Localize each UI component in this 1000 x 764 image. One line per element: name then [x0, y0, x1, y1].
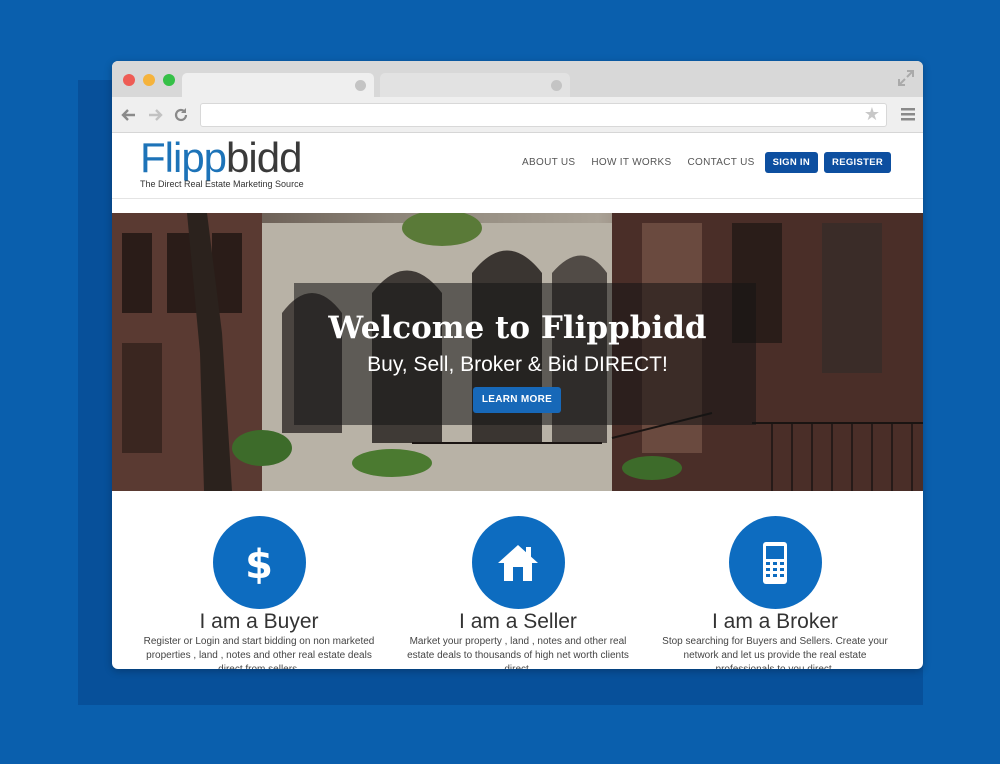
nav-about-link[interactable]: ABOUT US	[522, 157, 575, 168]
main-nav: ABOUT US HOW IT WORKS CONTACT US SIGN IN…	[522, 152, 891, 173]
seller-icon-circle[interactable]	[471, 516, 565, 609]
feature-title: I am a Buyer	[199, 610, 319, 633]
hero-banner: Welcome to Flippbidd Buy, Sell, Broker &…	[112, 213, 923, 491]
phone-icon	[763, 541, 787, 584]
site-header: Flippbidd The Direct Real Estate Marketi…	[112, 133, 923, 199]
feature-buyer: $ I am a Buyer Register or Login and sta…	[139, 516, 379, 669]
browser-toolbar: ★	[112, 97, 923, 133]
reload-icon[interactable]	[172, 106, 190, 124]
maximize-window-button[interactable]	[163, 74, 175, 86]
browser-tab-active[interactable]	[182, 73, 374, 97]
feature-seller: I am a Seller Market your property , lan…	[398, 516, 638, 669]
dollar-icon: $	[245, 542, 273, 588]
hero-title: Welcome to Flippbidd	[328, 310, 707, 346]
feature-description: Market your property , land , notes and …	[407, 636, 629, 669]
buyer-icon-circle[interactable]: $	[212, 516, 306, 609]
fullscreen-icon[interactable]	[897, 69, 915, 87]
logo-text-flipp: Flipp	[140, 134, 227, 181]
close-window-button[interactable]	[123, 74, 135, 86]
feature-description: Register or Login and start bidding on n…	[143, 636, 375, 669]
logo-text-bidd: bidd	[226, 134, 302, 181]
tab-strip	[112, 61, 923, 97]
feature-description: Stop searching for Buyers and Sellers. C…	[662, 636, 888, 669]
register-button[interactable]: REGISTER	[824, 152, 891, 173]
forward-arrow-icon[interactable]	[146, 106, 164, 124]
nav-how-it-works-link[interactable]: HOW IT WORKS	[591, 157, 671, 168]
hamburger-menu-icon[interactable]	[901, 108, 915, 121]
feature-title: I am a Seller	[459, 610, 577, 633]
back-arrow-icon[interactable]	[120, 106, 138, 124]
site-logo[interactable]: Flippbidd	[140, 134, 302, 181]
tab-close-icon[interactable]	[355, 80, 366, 91]
features-section: $ I am a Buyer Register or Login and sta…	[112, 516, 923, 669]
browser-window: ★ Flippbidd The Direct Real Estate Marke…	[112, 61, 923, 669]
feature-title: I am a Broker	[711, 610, 839, 633]
minimize-window-button[interactable]	[143, 74, 155, 86]
sign-in-button[interactable]: SIGN IN	[764, 152, 819, 173]
svg-text:$: $	[245, 542, 273, 588]
tab-close-icon[interactable]	[551, 80, 562, 91]
feature-broker: I am a Broker Stop searching for Buyers …	[655, 516, 895, 669]
broker-icon-circle[interactable]	[728, 516, 822, 609]
browser-tab-new[interactable]	[380, 73, 570, 97]
house-icon	[498, 544, 538, 581]
hero-subtitle: Buy, Sell, Broker & Bid DIRECT!	[367, 353, 668, 376]
address-bar[interactable]: ★	[200, 103, 887, 127]
site-tagline: The Direct Real Estate Marketing Source	[140, 179, 304, 189]
bookmark-star-icon[interactable]: ★	[864, 106, 880, 124]
learn-more-button[interactable]: LEARN MORE	[473, 387, 561, 413]
nav-contact-link[interactable]: CONTACT US	[687, 157, 754, 168]
